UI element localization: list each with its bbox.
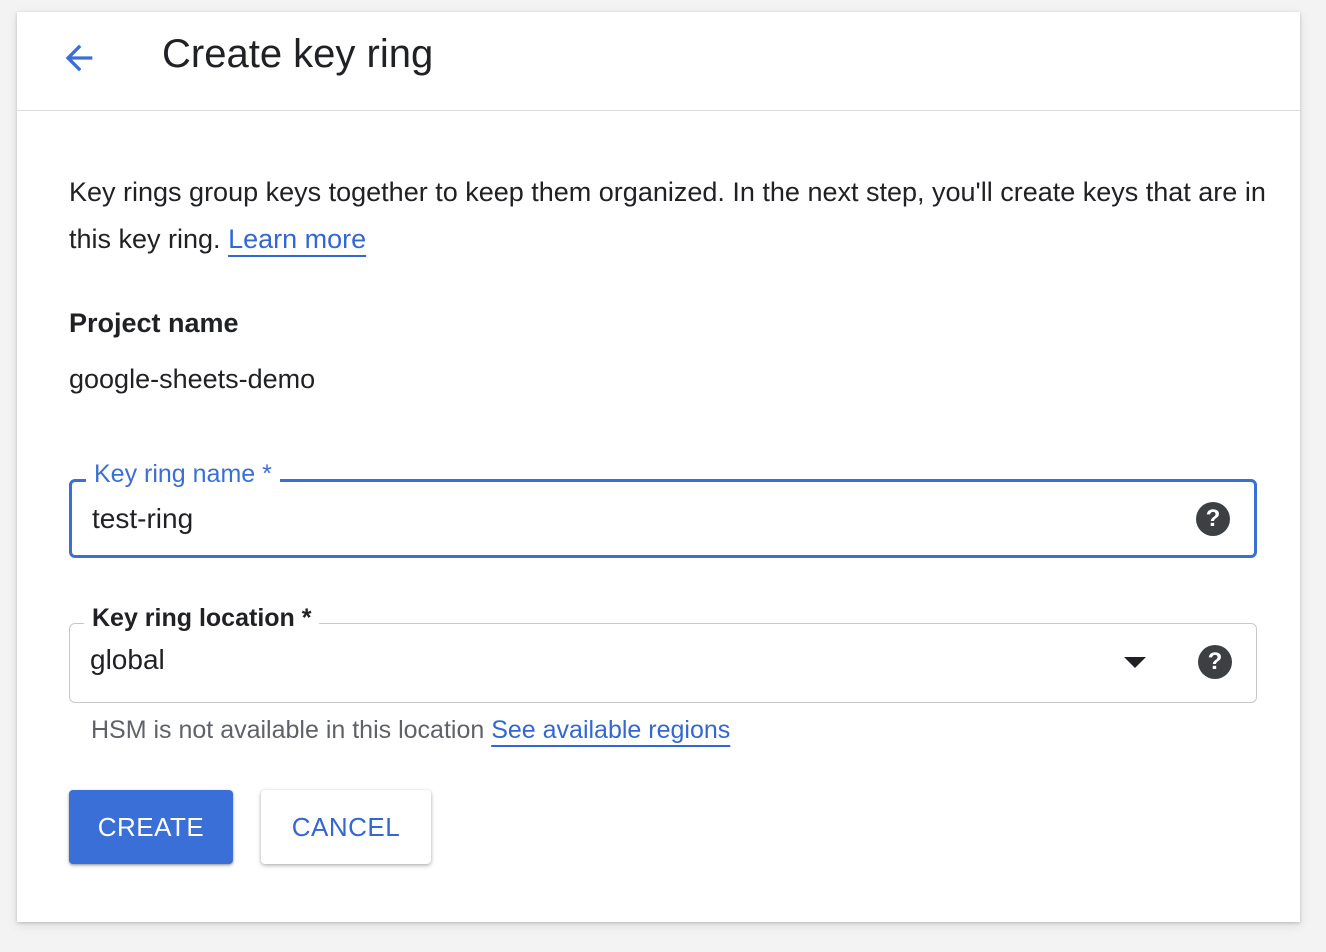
page-title: Create key ring [162,32,434,76]
back-button[interactable] [53,32,105,84]
create-button[interactable]: CREATE [69,790,233,864]
key-ring-name-input[interactable] [92,500,1092,538]
learn-more-link[interactable]: Learn more [228,224,366,254]
key-ring-location-label: Key ring location * [84,602,320,634]
help-icon[interactable]: ? [1196,502,1230,536]
project-name-label: Project name [69,308,239,338]
arrow-back-icon [65,44,93,72]
key-ring-location-value[interactable]: global [90,644,1090,682]
location-hint-text: HSM is not available in this location [91,716,485,744]
dropdown-arrow-icon[interactable] [1124,657,1146,668]
cancel-button[interactable]: CANCEL [261,790,431,864]
panel-header: Create key ring [17,12,1300,111]
location-hint: HSM is not available in this location Se… [91,712,730,748]
project-name-value: google-sheets-demo [69,364,316,394]
intro-text: Key rings group keys together to keep th… [69,169,1269,263]
key-ring-location-select[interactable]: Key ring location * global ? [69,602,1257,703]
key-ring-name-label: Key ring name * [86,458,280,490]
create-key-ring-panel: Create key ring Key rings group keys tog… [17,12,1300,922]
see-available-regions-link[interactable]: See available regions [491,716,730,744]
key-ring-name-field[interactable]: Key ring name * ? [69,458,1257,558]
help-icon[interactable]: ? [1198,645,1232,679]
